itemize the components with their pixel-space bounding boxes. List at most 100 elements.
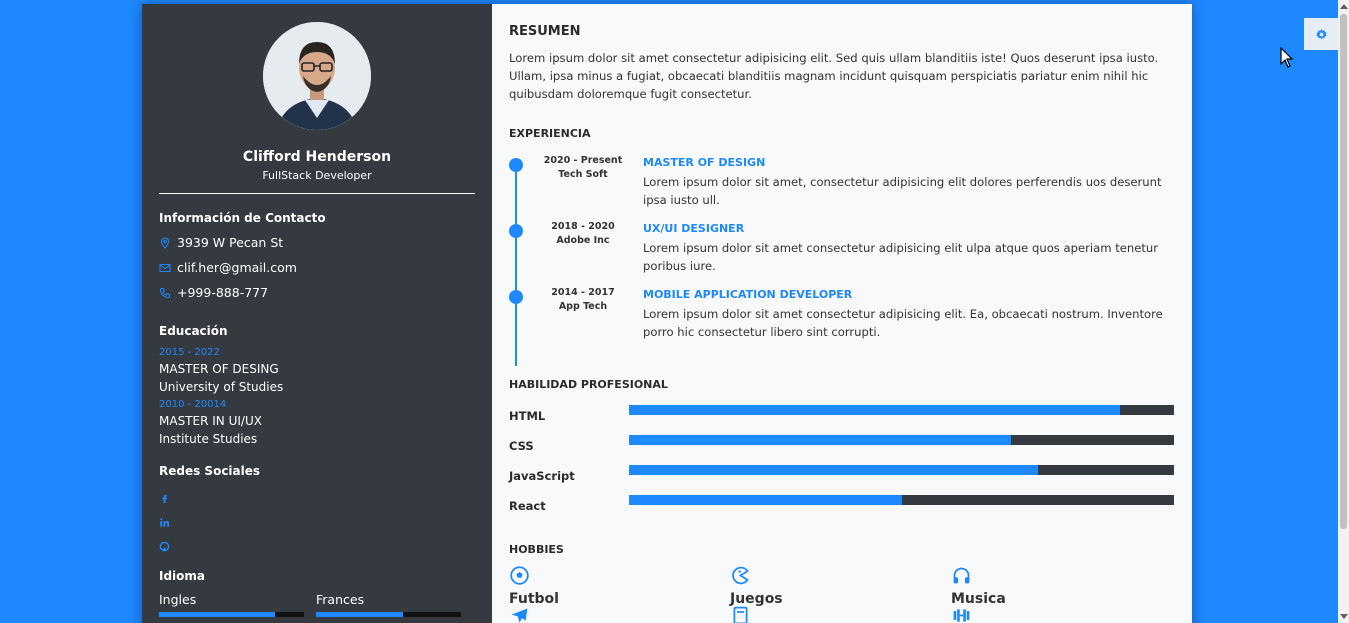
language-fill: [159, 612, 275, 617]
hobby-item: Juegos: [730, 565, 930, 607]
job-period-dates: 2018 - 2020: [551, 221, 615, 232]
job-period-dates: 2020 - Present: [543, 155, 623, 166]
linkedin-icon: [160, 518, 170, 527]
job-description: Lorem ipsum dolor sit amet consectetur a…: [643, 307, 1163, 339]
skill-bar: [629, 495, 1174, 505]
contact-title: Información de Contacto: [159, 211, 326, 225]
education-degree: MASTER OF DESING: [159, 362, 279, 376]
scroll-thumb[interactable]: [1340, 14, 1347, 529]
language-fill: [316, 612, 403, 617]
contact-phone[interactable]: +999-888-777: [159, 285, 475, 300]
skill-name: HTML: [509, 409, 546, 423]
hobby-item: Musica: [951, 565, 1151, 607]
facebook-icon: [162, 494, 168, 504]
map-pin-icon: [160, 236, 170, 249]
summary-title: RESUMEN: [509, 24, 581, 39]
soccer-ball-icon: [510, 566, 529, 585]
headphones-icon: [953, 567, 970, 584]
summary-text: Lorem ipsum dolor sit amet consectetur a…: [509, 51, 1159, 101]
mouse-cursor-icon: [1280, 47, 1294, 68]
hobby-item: Futbol: [509, 565, 709, 607]
language-title: Idioma: [159, 569, 206, 583]
github-icon: [159, 541, 170, 552]
job-description: Lorem ipsum dolor sit amet consectetur a…: [643, 241, 1159, 273]
job-period: 2020 - Present Tech Soft: [539, 154, 627, 182]
avatar-photo: [263, 22, 371, 130]
hobbies-title: HOBBIES: [509, 543, 564, 556]
experience-title: EXPERIENCIA: [509, 127, 591, 140]
phone-icon: [159, 287, 170, 298]
timeline-dot: [509, 158, 523, 172]
hobby-item: [951, 605, 1151, 623]
mail-icon: [159, 263, 171, 272]
experience-item: 2020 - Present Tech Soft MASTER OF DESIG…: [509, 154, 1174, 214]
social-title: Redes Sociales: [159, 464, 261, 478]
profile-role: FullStack Developer: [262, 169, 372, 182]
book-icon: [733, 606, 748, 623]
education-degree: MASTER IN UI/UX: [159, 414, 262, 428]
language-item: Ingles: [159, 592, 304, 617]
job-company: Tech Soft: [558, 169, 608, 180]
skill-item: CSS: [509, 435, 1174, 465]
pacman-icon: [732, 566, 749, 585]
skill-name: CSS: [509, 439, 534, 453]
skill-bar: [629, 435, 1174, 445]
education-school: University of Studies: [159, 380, 284, 394]
main-content: RESUMEN Lorem ipsum dolor sit amet conse…: [492, 4, 1192, 623]
phone-text: +999-888-777: [177, 285, 269, 300]
job-title: UX/UI DESIGNER: [643, 222, 745, 235]
language-item: Frances: [316, 592, 461, 617]
sidebar: Clifford Henderson FullStack Developer I…: [142, 4, 492, 623]
skill-fill: [629, 495, 902, 505]
job-description: Lorem ipsum dolor sit amet, consectetur …: [643, 175, 1162, 207]
job-period-dates: 2014 - 2017: [551, 287, 615, 298]
job-company: App Tech: [558, 301, 608, 312]
skills-list: HTML CSS JavaScript React: [509, 405, 1174, 525]
hobby-item: [509, 605, 709, 623]
skill-fill: [629, 435, 1011, 445]
education-date: 2010 - 20014: [159, 399, 227, 410]
hobbies-grid: Futbol Juegos Musica: [509, 565, 1174, 623]
social-facebook[interactable]: [159, 489, 475, 504]
skill-name: JavaScript: [509, 469, 575, 483]
skill-item: React: [509, 495, 1174, 525]
job-company: Adobe Inc: [556, 235, 610, 246]
language-bar: [159, 612, 304, 617]
profile-name: Clifford Henderson: [242, 149, 392, 165]
timeline-dot: [509, 224, 523, 238]
job-period: 2014 - 2017 App Tech: [539, 286, 627, 314]
education-title: Educación: [159, 324, 228, 338]
page-scrollbar[interactable]: [1338, 0, 1349, 623]
skill-bar: [629, 465, 1174, 475]
experience-item: 2018 - 2020 Adobe Inc UX/UI DESIGNER Lor…: [509, 220, 1174, 280]
divider: [159, 193, 475, 194]
education-list: 2015 - 2022 MASTER OF DESING University …: [159, 346, 475, 448]
skills-title: HABILIDAD PROFESIONAL: [509, 378, 668, 391]
skill-fill: [629, 405, 1120, 415]
skill-bar: [629, 405, 1174, 415]
language-name: Frances: [316, 592, 365, 607]
social-linkedin[interactable]: [159, 513, 475, 527]
settings-button[interactable]: [1304, 18, 1338, 50]
contact-email[interactable]: clif.her@gmail.com: [159, 260, 475, 275]
dumbbell-icon: [953, 609, 970, 622]
resume-card: Clifford Henderson FullStack Developer I…: [142, 4, 1192, 623]
avatar: [263, 22, 371, 130]
language-name: Ingles: [159, 592, 197, 607]
job-title: MOBILE APPLICATION DEVELOPER: [643, 288, 853, 301]
job-period: 2018 - 2020 Adobe Inc: [539, 220, 627, 248]
experience-timeline: 2020 - Present Tech Soft MASTER OF DESIG…: [509, 154, 1174, 366]
job-title: MASTER OF DESIGN: [643, 156, 766, 169]
language-bar: [316, 612, 461, 617]
language-list: Ingles Frances: [159, 592, 475, 617]
timeline-dot: [509, 290, 523, 304]
plane-icon: [511, 608, 528, 623]
scroll-down-arrow-icon[interactable]: [1340, 614, 1348, 619]
hobby-item: [730, 605, 930, 623]
social-github[interactable]: [159, 537, 475, 552]
education-date: 2015 - 2022: [159, 347, 220, 358]
experience-item: 2014 - 2017 App Tech MOBILE APPLICATION …: [509, 286, 1174, 346]
scroll-up-arrow-icon[interactable]: [1340, 4, 1348, 9]
skill-name: React: [509, 499, 546, 513]
contact-address: 3939 W Pecan St: [159, 235, 475, 250]
